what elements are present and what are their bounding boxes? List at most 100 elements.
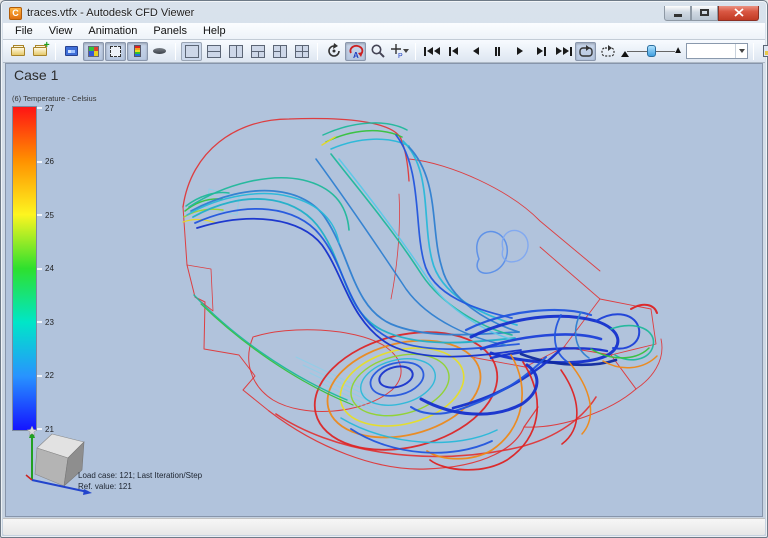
next-frame-icon (537, 47, 546, 56)
result-combo[interactable] (686, 43, 748, 59)
layout-split-horizontal-button[interactable] (203, 42, 224, 61)
menu-item-animation[interactable]: Animation (80, 24, 145, 38)
legend-toggle[interactable] (127, 42, 148, 61)
slider-max-icon: ▲ (673, 44, 683, 58)
app-icon: C (9, 7, 22, 20)
wireframe-path (636, 339, 662, 389)
orbit-button[interactable] (323, 42, 344, 61)
legend-tick: 24 (37, 265, 54, 273)
layout-single-button[interactable] (181, 42, 202, 61)
combo-dropdown-icon[interactable] (735, 44, 747, 58)
layout-split-vertical-button[interactable] (225, 42, 246, 61)
legend-colorbar (12, 106, 37, 431)
layout-1t2b-icon (251, 45, 265, 58)
layout-2l1r-icon (273, 45, 287, 58)
orbit-icon (326, 43, 342, 59)
model-color-icon (88, 46, 99, 57)
layout-one-top-two-bottom-button[interactable] (247, 42, 268, 61)
outline-toggle[interactable] (105, 42, 126, 61)
streamline-path (339, 159, 514, 340)
minimize-button[interactable] (664, 6, 691, 21)
slider-thumb[interactable] (647, 45, 656, 57)
close-button[interactable] (718, 6, 759, 21)
toolbar-separator (175, 43, 176, 60)
last-frame-button[interactable] (553, 42, 574, 61)
close-icon (734, 8, 744, 17)
legend-ticks: 27262524232221 (37, 104, 54, 433)
shade-toggle[interactable] (149, 42, 170, 61)
rotate-model-button[interactable]: A (345, 42, 366, 61)
first-frame-button[interactable] (421, 42, 442, 61)
svg-text:A: A (353, 51, 359, 59)
layout-hsplit-icon (207, 45, 221, 58)
menu-item-view[interactable]: View (41, 24, 81, 38)
probe-button[interactable]: P (389, 42, 410, 61)
legend-bar-icon (134, 45, 141, 57)
layout-two-left-one-right-button[interactable] (269, 42, 290, 61)
open-file-icon (11, 47, 25, 56)
window-title: traces.vtfx - Autodesk CFD Viewer (27, 7, 194, 19)
legend-tick: 23 (37, 318, 54, 326)
wireframe-path (409, 159, 600, 271)
first-frame-icon (424, 47, 440, 56)
toolbar: + A P (3, 40, 765, 63)
open-file-button[interactable] (7, 42, 28, 61)
last-frame-icon (556, 47, 572, 56)
viewport-properties-button[interactable] (61, 42, 82, 61)
streamline-path (191, 191, 519, 335)
menu-item-help[interactable]: Help (195, 24, 234, 38)
play-button[interactable] (509, 42, 530, 61)
layout-quad-button[interactable] (291, 42, 312, 61)
viewport[interactable]: Case 1 (6) Temperature - Celsius 27 26 25 2… (5, 63, 763, 517)
legend-tick: 27 (37, 104, 54, 112)
shade-ellipse-icon (153, 48, 166, 54)
streamline-path (331, 139, 409, 149)
loop-icon (578, 45, 594, 58)
toolbar-separator (753, 43, 754, 60)
toolbar-separator (415, 43, 416, 60)
maximize-icon (700, 9, 709, 16)
status-bar (3, 518, 765, 535)
app-window: C traces.vtfx - Autodesk CFD Viewer File… (0, 0, 768, 538)
previous-frame-button[interactable] (443, 42, 464, 61)
loop-button[interactable] (575, 42, 596, 61)
menu-item-panels[interactable]: Panels (145, 24, 195, 38)
play-icon (517, 47, 523, 55)
wireframe-path (183, 207, 269, 411)
load-case-info: Load case: 121; Last Iteration/Step Ref.… (78, 470, 202, 492)
import-file-button[interactable]: + (29, 42, 50, 61)
legend: (6) Temperature - Celsius 27262524232221 (12, 94, 82, 433)
pause-icon (495, 47, 500, 56)
bounce-icon (600, 45, 616, 58)
show-panel-icon (763, 45, 768, 57)
import-file-icon: + (33, 47, 47, 56)
pause-button[interactable] (487, 42, 508, 61)
flow-svg[interactable] (91, 99, 716, 499)
maximize-button[interactable] (691, 6, 718, 21)
show-panel-button[interactable] (759, 42, 768, 61)
title-bar[interactable]: C traces.vtfx - Autodesk CFD Viewer (3, 3, 765, 23)
wireframe-path (183, 119, 409, 207)
zoom-button[interactable] (367, 42, 388, 61)
streamline-path (555, 315, 569, 363)
legend-tick: 22 (37, 372, 54, 380)
model-color-toggle[interactable] (83, 42, 104, 61)
bounce-button[interactable] (597, 42, 618, 61)
legend-tick: 25 (37, 211, 54, 219)
streamline-path (341, 418, 497, 443)
menu-bar: FileViewAnimationPanelsHelp (3, 23, 765, 40)
probe-dropdown-icon[interactable] (403, 49, 409, 56)
legend-title: (6) Temperature - Celsius (12, 94, 82, 103)
legend-tick: 26 (37, 158, 54, 166)
next-frame-button[interactable] (531, 42, 552, 61)
play-backward-button[interactable] (465, 42, 486, 61)
streamline-path (631, 305, 657, 313)
slider-min-icon (621, 47, 629, 57)
wireframe-path (391, 194, 400, 299)
case-label: Case 1 (14, 67, 58, 83)
menu-item-file[interactable]: File (7, 24, 41, 38)
animation-speed-slider[interactable]: ▲ (619, 43, 685, 59)
outline-box-icon (110, 46, 121, 57)
load-case-line1: Load case: 121; Last Iteration/Step (78, 470, 202, 481)
wireframe-path (269, 407, 538, 469)
